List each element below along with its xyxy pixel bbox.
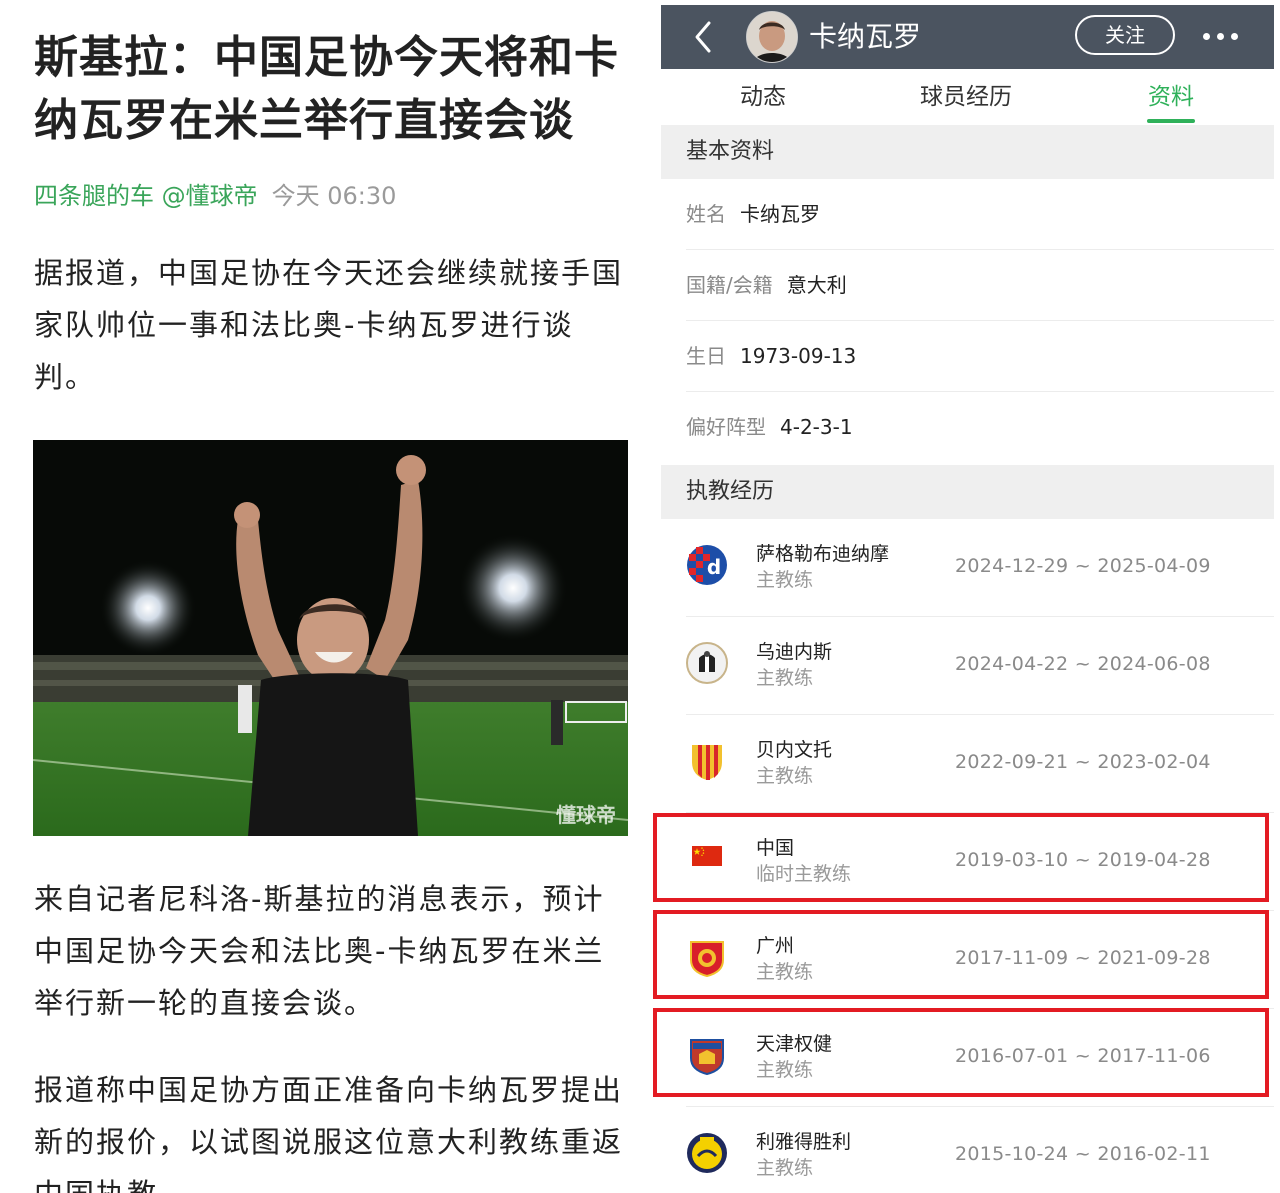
player-profile-panel: 卡纳瓦罗 关注 动态 球员经历 资料 基本资料 姓名 卡纳瓦罗 国籍/会籍 意大利 … bbox=[661, 0, 1280, 1193]
info-row-birthday: 生日 1973-09-13 bbox=[686, 321, 1274, 392]
tab-player-career[interactable]: 球员经历 bbox=[920, 81, 1012, 113]
article-photo[interactable]: 懂球帝 bbox=[33, 440, 628, 836]
news-article: 斯基拉：中国足协今天将和卡纳瓦罗在米兰举行直接会谈 四条腿的车 @懂球帝 今天 0… bbox=[0, 0, 660, 1193]
coach-role: 主教练 bbox=[756, 961, 814, 983]
info-value: 1973-09-13 bbox=[740, 344, 857, 368]
coaching-row[interactable]: 广州 主教练 2017-11-09 ~ 2021-09-28 bbox=[686, 911, 1274, 1009]
club-name: 天津权健 bbox=[756, 1033, 833, 1055]
club-name: 中国 bbox=[756, 837, 795, 859]
article-author[interactable]: 四条腿的车 @懂球帝 bbox=[34, 182, 258, 210]
tianjin-quanjian-logo bbox=[690, 1039, 724, 1076]
info-label: 生日 bbox=[686, 344, 726, 368]
info-label: 姓名 bbox=[686, 202, 726, 226]
club-name: 贝内文托 bbox=[756, 739, 833, 761]
coaching-dates: 2024-04-22 ~ 2024-06-08 bbox=[955, 653, 1211, 675]
dinamo-zagreb-logo: d bbox=[687, 545, 727, 585]
article-paragraph-3: 报道称中国足协方面正准备向卡纳瓦罗提出新的报价，以试图说服这位意大利教练重返中国… bbox=[34, 1073, 624, 1193]
coaching-row[interactable]: 贝内文托 主教练 2022-09-21 ~ 2023-02-04 bbox=[686, 715, 1274, 813]
svg-text:d: d bbox=[707, 555, 721, 579]
benevento-logo bbox=[692, 745, 722, 780]
article-meta: 四条腿的车 @懂球帝 今天 06:30 bbox=[34, 178, 396, 214]
club-name: 广州 bbox=[756, 935, 795, 957]
udinese-logo bbox=[686, 642, 728, 684]
player-name: 卡纳瓦罗 bbox=[809, 20, 922, 53]
profile-topbar: 卡纳瓦罗 关注 bbox=[661, 5, 1274, 69]
basic-info-header: 基本资料 bbox=[661, 125, 1274, 179]
coaching-dates: 2017-11-09 ~ 2021-09-28 bbox=[955, 947, 1211, 969]
info-label: 偏好阵型 bbox=[686, 415, 766, 439]
coach-role: 主教练 bbox=[756, 569, 814, 591]
coaching-dates: 2015-10-24 ~ 2016-02-11 bbox=[955, 1143, 1211, 1165]
info-row-name: 姓名 卡纳瓦罗 bbox=[686, 179, 1274, 250]
avatar[interactable] bbox=[746, 11, 798, 63]
article-paragraph-2: 来自记者尼科洛-斯基拉的消息表示，预计中国足协今天会和法比奥-卡纳瓦罗在米兰举行… bbox=[34, 882, 605, 1020]
article-headline: 斯基拉：中国足协今天将和卡纳瓦罗在米兰举行直接会谈 bbox=[34, 32, 619, 146]
club-name: 利雅得胜利 bbox=[756, 1131, 852, 1153]
coaching-dates: 2019-03-10 ~ 2019-04-28 bbox=[955, 849, 1211, 871]
tab-profile-info[interactable]: 资料 bbox=[1148, 81, 1194, 113]
info-value: 4-2-3-1 bbox=[780, 415, 853, 439]
article-paragraph-1: 据报道，中国足协在今天还会继续就接手国家队帅位一事和法比奥-卡纳瓦罗进行谈判。 bbox=[34, 256, 624, 394]
back-arrow-icon[interactable] bbox=[691, 19, 715, 55]
info-row-nationality: 国籍/会籍 意大利 bbox=[686, 250, 1274, 321]
china-flag bbox=[692, 846, 722, 866]
al-nassr-logo bbox=[687, 1133, 727, 1173]
follow-button[interactable]: 关注 bbox=[1075, 15, 1175, 55]
stadium-celebration-image bbox=[33, 440, 628, 836]
coaching-dates: 2016-07-01 ~ 2017-11-06 bbox=[955, 1045, 1211, 1067]
coaching-history-header: 执教经历 bbox=[661, 465, 1274, 519]
club-name: 萨格勒布迪纳摩 bbox=[756, 543, 890, 565]
coach-role: 主教练 bbox=[756, 1059, 814, 1081]
guangzhou-logo bbox=[690, 941, 724, 978]
coaching-row[interactable]: d 萨格勒布迪纳摩 主教练 2024-12-29 ~ 2025-04-09 bbox=[686, 519, 1274, 617]
coaching-row[interactable]: 天津权健 主教练 2016-07-01 ~ 2017-11-06 bbox=[686, 1009, 1274, 1107]
coach-role: 主教练 bbox=[756, 765, 814, 787]
info-row-formation: 偏好阵型 4-2-3-1 bbox=[686, 392, 1274, 463]
coaching-row[interactable]: 乌迪内斯 主教练 2024-04-22 ~ 2024-06-08 bbox=[686, 617, 1274, 715]
photo-watermark: 懂球帝 bbox=[556, 803, 616, 827]
coach-role: 临时主教练 bbox=[756, 863, 852, 885]
coach-role: 主教练 bbox=[756, 1157, 814, 1179]
info-value: 意大利 bbox=[786, 273, 847, 297]
coaching-dates: 2022-09-21 ~ 2023-02-04 bbox=[955, 751, 1211, 773]
coaching-row[interactable]: 利雅得胜利 主教练 2015-10-24 ~ 2016-02-11 bbox=[686, 1107, 1274, 1193]
coaching-row[interactable]: 中国 临时主教练 2019-03-10 ~ 2019-04-28 bbox=[686, 813, 1274, 911]
tab-dynamics[interactable]: 动态 bbox=[740, 81, 786, 113]
info-label: 国籍/会籍 bbox=[686, 273, 773, 297]
article-time: 今天 06:30 bbox=[271, 182, 397, 210]
coach-role: 主教练 bbox=[756, 667, 814, 689]
active-tab-indicator bbox=[1147, 119, 1195, 123]
coaching-dates: 2024-12-29 ~ 2025-04-09 bbox=[955, 555, 1211, 577]
more-options-icon[interactable] bbox=[1201, 31, 1241, 43]
club-name: 乌迪内斯 bbox=[756, 641, 833, 663]
info-value: 卡纳瓦罗 bbox=[740, 202, 820, 226]
profile-tabs: 动态 球员经历 资料 bbox=[661, 69, 1274, 125]
